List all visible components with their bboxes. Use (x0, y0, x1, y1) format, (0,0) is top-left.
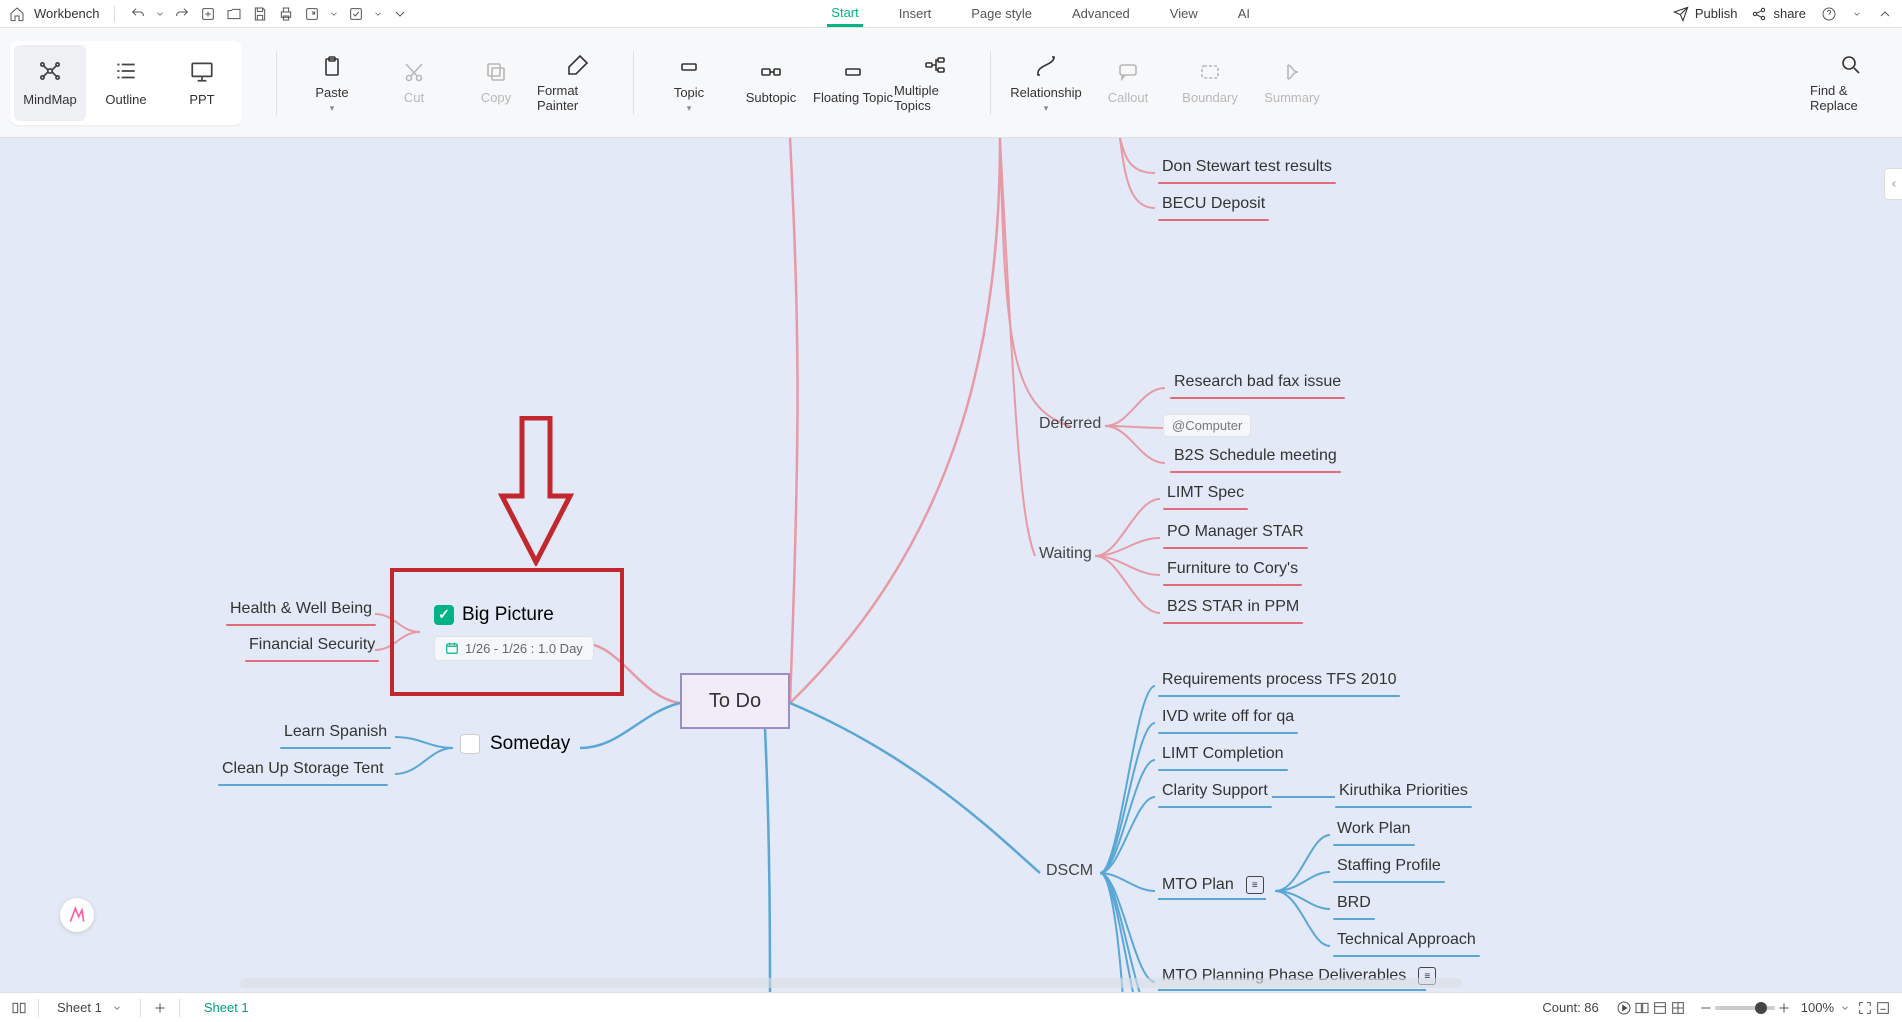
node-ivd-writeoff[interactable]: IVD write off for qa (1158, 706, 1298, 734)
big-picture-highlight: ✓ Big Picture 1/26 - 1/26 : 1.0 Day (390, 568, 624, 696)
presentation-mode-icon[interactable] (1615, 999, 1633, 1017)
node-furniture[interactable]: Furniture to Cory's (1163, 558, 1302, 586)
cut-button[interactable]: Cut (373, 41, 455, 125)
more-dropdown-icon[interactable] (391, 5, 409, 23)
share-button[interactable]: share (1751, 6, 1806, 22)
export-icon[interactable] (303, 5, 321, 23)
tab-view[interactable]: View (1166, 2, 1202, 25)
new-icon[interactable] (199, 5, 217, 23)
node-becu[interactable]: BECU Deposit (1158, 193, 1269, 221)
node-mto-plan[interactable]: MTO Plan≡ (1158, 874, 1264, 896)
workbench-label[interactable]: Workbench (34, 6, 100, 21)
view-ppt[interactable]: PPT (166, 45, 238, 121)
help-icon[interactable] (1820, 5, 1838, 23)
copy-button[interactable]: Copy (455, 41, 537, 125)
view-mode-group: MindMap Outline PPT (10, 41, 242, 125)
node-research-fax[interactable]: Research bad fax issue (1170, 371, 1345, 399)
node-b2s-star[interactable]: B2S STAR in PPM (1163, 596, 1303, 624)
zoom-value[interactable]: 100% (1801, 1000, 1834, 1015)
tab-ai[interactable]: AI (1234, 2, 1254, 25)
node-tech-approach[interactable]: Technical Approach (1333, 929, 1480, 957)
redo-icon[interactable] (173, 5, 191, 23)
undo-dropdown-icon[interactable] (155, 5, 165, 23)
outline-mode-icon[interactable] (1651, 999, 1669, 1017)
dscm-label[interactable]: DSCM (1046, 862, 1093, 880)
node-brd[interactable]: BRD (1333, 892, 1375, 920)
relationship-button[interactable]: Relationship▾ (1005, 41, 1087, 125)
node-limt-comp[interactable]: LIMT Completion (1158, 743, 1288, 771)
date-chip[interactable]: 1/26 - 1/26 : 1.0 Day (434, 636, 594, 661)
node-don-stewart[interactable]: Don Stewart test results (1158, 156, 1336, 184)
print-icon[interactable] (277, 5, 295, 23)
fullscreen-icon[interactable] (1856, 999, 1874, 1017)
node-health[interactable]: Health & Well Being (226, 598, 376, 626)
node-staffing[interactable]: Staffing Profile (1333, 855, 1445, 883)
boundary-button[interactable]: Boundary (1169, 41, 1251, 125)
node-req-tfs[interactable]: Requirements process TFS 2010 (1158, 669, 1400, 697)
deferred-label[interactable]: Deferred (1039, 415, 1101, 433)
view-mindmap[interactable]: MindMap (14, 45, 86, 121)
collapse-ribbon-icon[interactable] (1876, 5, 1894, 23)
node-storage-tent[interactable]: Clean Up Storage Tent (218, 758, 388, 786)
summary-button[interactable]: Summary (1251, 41, 1333, 125)
multiple-topics-button[interactable]: Multiple Topics (894, 41, 976, 125)
big-picture-topic[interactable]: ✓ Big Picture (434, 604, 554, 626)
count-label: Count: 86 (1542, 1000, 1598, 1015)
subtopic-button[interactable]: Subtopic (730, 41, 812, 125)
read-mode-icon[interactable] (1633, 999, 1651, 1017)
home-icon[interactable] (8, 5, 26, 23)
sheets-panel-icon[interactable] (10, 999, 28, 1017)
checkbox-empty-icon[interactable] (460, 734, 480, 754)
sheet-dropdown[interactable]: Sheet 1 (49, 1000, 130, 1015)
paste-button[interactable]: Paste▾ (291, 41, 373, 125)
zoom-in-icon[interactable] (1775, 999, 1793, 1017)
tab-pagestyle[interactable]: Page style (967, 2, 1036, 25)
fit-view-icon[interactable] (1669, 999, 1687, 1017)
callout-button[interactable]: Callout (1087, 41, 1169, 125)
arrow-annotation-icon (498, 416, 574, 566)
topic-button[interactable]: Topic▾ (648, 41, 730, 125)
tab-advanced[interactable]: Advanced (1068, 2, 1134, 25)
publish-button[interactable]: Publish (1673, 6, 1738, 22)
node-kiruthika[interactable]: Kiruthika Priorities (1335, 780, 1472, 808)
node-financial[interactable]: Financial Security (245, 634, 379, 662)
save-icon[interactable] (251, 5, 269, 23)
node-b2s-meeting[interactable]: B2S Schedule meeting (1170, 445, 1341, 473)
format-painter-button[interactable]: Format Painter (537, 41, 619, 125)
mindmap-canvas[interactable]: To Do ✓ Big Picture 1/26 - 1/26 : 1.0 Da… (0, 138, 1902, 992)
checklist-dropdown-icon[interactable] (373, 5, 383, 23)
undo-icon[interactable] (129, 5, 147, 23)
central-topic[interactable]: To Do (680, 673, 790, 729)
note-icon[interactable]: ≡ (1246, 876, 1264, 894)
view-outline[interactable]: Outline (90, 45, 162, 121)
node-po-manager[interactable]: PO Manager STAR (1163, 521, 1308, 549)
export-dropdown-icon[interactable] (329, 5, 339, 23)
node-work-plan[interactable]: Work Plan (1333, 818, 1415, 846)
sheet-tab[interactable]: Sheet 1 (190, 996, 263, 1019)
tab-start[interactable]: Start (827, 1, 862, 27)
tag-computer[interactable]: @Computer (1163, 414, 1251, 437)
find-replace-button[interactable]: Find & Replace (1810, 41, 1892, 125)
share-label: share (1773, 6, 1806, 21)
horizontal-scrollbar[interactable] (240, 978, 1462, 988)
publish-label: Publish (1695, 6, 1738, 21)
tab-insert[interactable]: Insert (895, 2, 936, 25)
zoom-out-icon[interactable] (1697, 999, 1715, 1017)
open-icon[interactable] (225, 5, 243, 23)
floating-topic-button[interactable]: Floating Topic (812, 41, 894, 125)
side-panel-toggle[interactable] (1884, 168, 1902, 200)
help-dropdown-icon[interactable] (1852, 5, 1862, 23)
node-clarity[interactable]: Clarity Support (1158, 780, 1272, 808)
checklist-icon[interactable] (347, 5, 365, 23)
node-learn-spanish[interactable]: Learn Spanish (280, 721, 391, 749)
someday-topic[interactable]: Someday (460, 733, 570, 755)
waiting-label[interactable]: Waiting (1039, 545, 1092, 563)
checkbox-checked-icon[interactable]: ✓ (434, 605, 454, 625)
zoom-slider[interactable] (1715, 1006, 1775, 1010)
minimize-panel-icon[interactable] (1874, 999, 1892, 1017)
app-logo-icon (60, 898, 94, 932)
node-limt-spec[interactable]: LIMT Spec (1163, 482, 1248, 510)
add-sheet-icon[interactable] (151, 999, 169, 1017)
